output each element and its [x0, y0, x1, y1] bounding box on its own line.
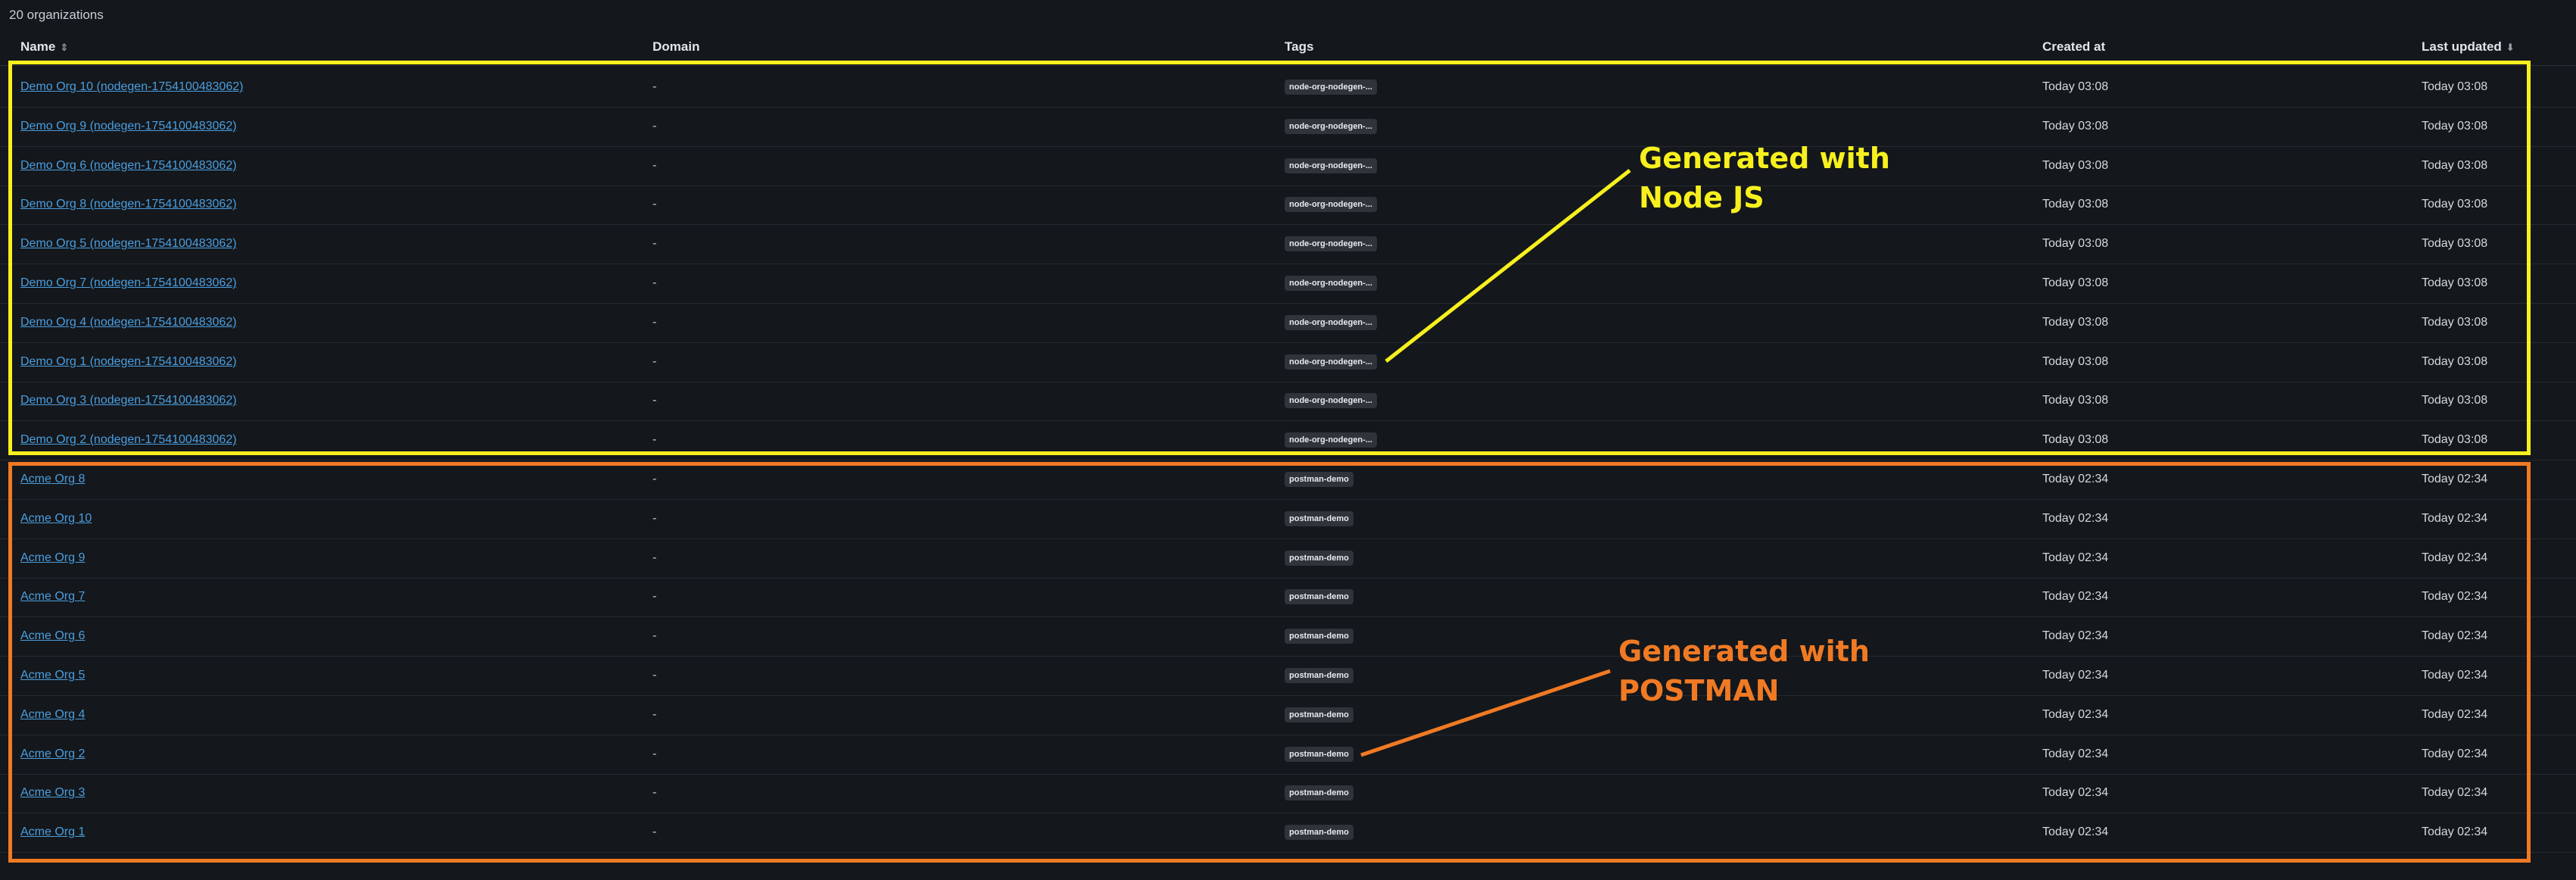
postman-highlight-box: [8, 462, 2531, 863]
column-header-created-at: Created at: [2042, 39, 2106, 54]
node-js-highlight-box: [8, 61, 2531, 455]
node-js-annotation-line2: Node JS: [1639, 181, 1765, 214]
organization-count: 20 organizations: [9, 8, 104, 22]
column-header-name-label: Name: [20, 39, 56, 54]
node-js-annotation-line1: Generated with: [1639, 142, 1890, 175]
node-js-annotation: Generated with Node JS: [1639, 139, 1890, 217]
column-header-domain: Domain: [653, 39, 700, 54]
column-header-last-updated-label: Last updated: [2422, 39, 2502, 54]
column-header-last-updated[interactable]: Last updated ⬇: [2422, 39, 2515, 55]
postman-annotation-line1: Generated with: [1618, 635, 1870, 668]
sort-updown-icon[interactable]: ⇕: [60, 42, 68, 54]
postman-annotation-line2: POSTMAN: [1618, 674, 1780, 707]
sort-descending-icon[interactable]: ⬇: [2506, 42, 2515, 54]
postman-annotation: Generated with POSTMAN: [1618, 632, 1870, 710]
column-header-name[interactable]: Name ⇕: [20, 39, 68, 55]
column-header-tags: Tags: [1285, 39, 1314, 54]
